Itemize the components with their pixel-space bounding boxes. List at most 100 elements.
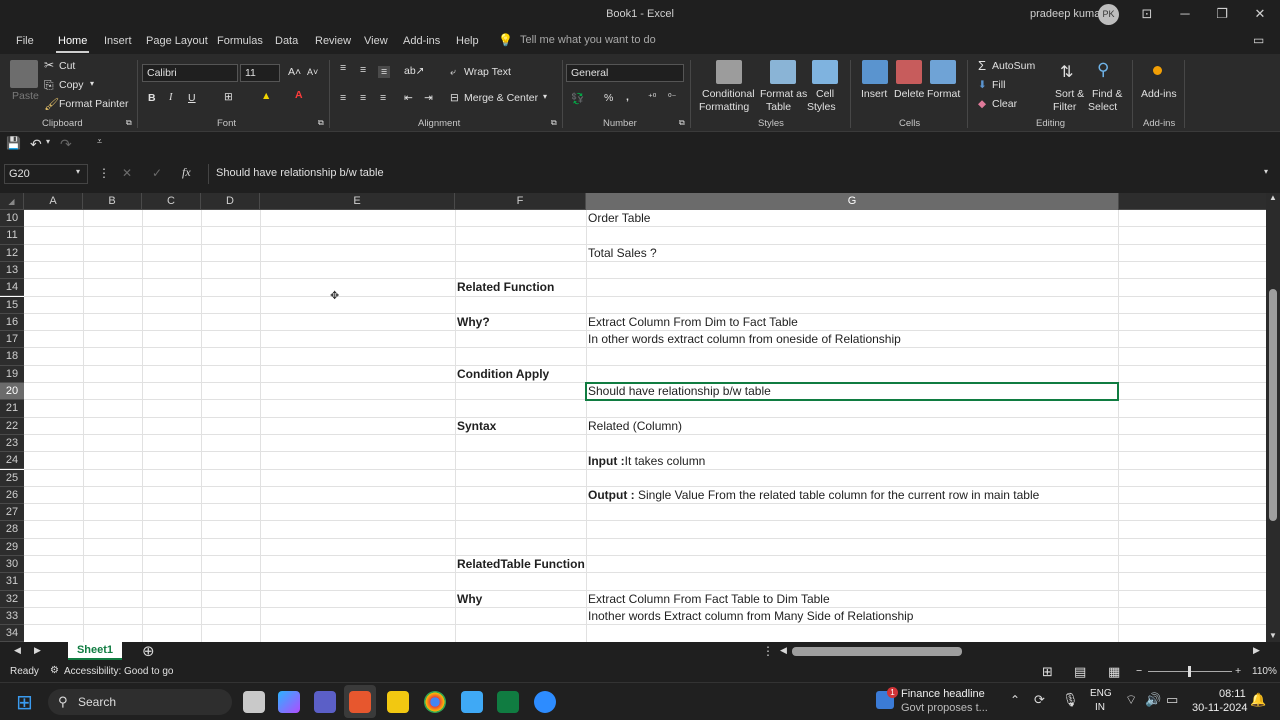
autosum-button[interactable]: AutoSum (992, 60, 1035, 72)
row-header[interactable]: 12 (0, 244, 24, 262)
tab-add-ins[interactable]: Add-ins (403, 35, 440, 47)
column-header-b[interactable]: B (83, 193, 142, 210)
italic-button[interactable]: I (169, 92, 173, 103)
scroll-up-icon[interactable]: ▲ (1269, 193, 1277, 202)
cell-g22[interactable]: Related (Column) (588, 419, 682, 433)
formula-input[interactable]: Should have relationship b/w table (208, 164, 1266, 184)
vertical-scroll-thumb[interactable] (1269, 289, 1277, 521)
zoom-level[interactable]: 110% (1252, 666, 1277, 677)
volume-icon[interactable]: 🔊 (1145, 692, 1161, 708)
news-subtitle[interactable]: Govt proposes t... (901, 702, 988, 714)
font-name-select[interactable]: Calibri (142, 64, 238, 82)
wrap-text-button[interactable]: Wrap Text (464, 66, 511, 78)
wifi-icon[interactable]: ⌔ (1125, 692, 1137, 708)
cell-g26[interactable]: Output : Single Value From the related t… (588, 488, 1039, 502)
decrease-font-icon[interactable]: A˅ (307, 67, 318, 77)
excel-icon[interactable] (497, 691, 519, 713)
decrease-indent-icon[interactable]: ⇤ (404, 92, 413, 104)
alignment-launcher-icon[interactable]: ⧉ (551, 118, 557, 128)
save-icon[interactable]: 💾 (6, 136, 21, 150)
sort-filter-line1[interactable]: Sort & (1055, 88, 1084, 100)
column-header-g[interactable]: G (586, 193, 1119, 210)
copy-button[interactable]: Copy (59, 79, 84, 91)
format-as-table-icon[interactable] (770, 60, 796, 84)
minimize-icon[interactable]: ─ (1174, 4, 1196, 24)
tell-me-search[interactable]: Tell me what you want to do (520, 34, 656, 46)
clock-time[interactable]: 08:11 (1219, 688, 1246, 700)
select-all-icon[interactable]: ◢ (0, 193, 24, 210)
format-as-table-line1[interactable]: Format as (760, 88, 807, 100)
scroll-left-icon[interactable]: ◀ (780, 645, 787, 656)
row-header[interactable]: 31 (0, 573, 24, 591)
horizontal-scroll-thumb[interactable] (792, 647, 962, 656)
normal-view-icon[interactable]: ⊞ (1042, 664, 1053, 680)
insert-cells-button[interactable]: Insert (861, 88, 887, 100)
page-break-view-icon[interactable]: ▦ (1108, 664, 1120, 680)
language-line2[interactable]: IN (1095, 702, 1105, 713)
cell-f22[interactable]: Syntax (457, 419, 496, 433)
column-header-f[interactable]: F (455, 193, 586, 210)
font-color-icon[interactable]: A (295, 89, 303, 101)
tab-home[interactable]: Home (55, 35, 90, 53)
news-title[interactable]: Finance headline (901, 688, 985, 700)
column-header-d[interactable]: D (201, 193, 260, 210)
row-header[interactable]: 32 (0, 590, 24, 608)
row-header[interactable]: 15 (0, 296, 24, 314)
delete-cells-icon[interactable] (896, 60, 922, 84)
row-header[interactable]: 16 (0, 313, 24, 332)
microphone-icon[interactable]: 🎙 (1062, 692, 1079, 708)
underline-button[interactable]: U (188, 92, 196, 104)
redo-icon[interactable]: ↷ (60, 136, 72, 153)
row-header[interactable]: 24 (0, 452, 24, 470)
undo-icon[interactable]: ↶ (30, 136, 42, 153)
language-line1[interactable]: ENG (1090, 688, 1112, 699)
row-header[interactable]: 25 (0, 469, 24, 487)
clipboard-launcher-icon[interactable]: ⧉ (126, 118, 132, 128)
align-bottom-icon[interactable]: ≡ (378, 66, 391, 78)
copy-chevron-icon[interactable]: ▾ (90, 79, 94, 88)
insert-cells-icon[interactable] (862, 60, 888, 84)
tab-view[interactable]: View (364, 35, 388, 47)
zoom-in-icon[interactable]: + (1235, 665, 1241, 677)
row-header[interactable]: 26 (0, 486, 24, 505)
accessibility-status[interactable]: Accessibility: Good to go (64, 666, 174, 677)
row-header[interactable]: 33 (0, 607, 24, 626)
paste-icon[interactable] (10, 60, 38, 88)
ribbon-display-icon[interactable]: ⊡ (1136, 4, 1158, 24)
tab-help[interactable]: Help (456, 35, 479, 47)
align-right-icon[interactable]: ≡ (380, 92, 386, 104)
cell-g20[interactable]: Should have relationship b/w table (588, 384, 771, 398)
cell-styles-line1[interactable]: Cell (816, 88, 834, 100)
font-launcher-icon[interactable]: ⧉ (318, 118, 324, 128)
cell-f16[interactable]: Why? (457, 315, 490, 329)
cell-g24[interactable]: Input :It takes column (588, 454, 705, 468)
chrome-icon[interactable] (424, 691, 446, 713)
windows-start-icon[interactable]: ⊞ (16, 690, 33, 715)
paste-label[interactable]: Paste (12, 90, 39, 102)
scroll-down-icon[interactable]: ▼ (1269, 631, 1277, 640)
increase-indent-icon[interactable]: ⇥ (424, 92, 433, 104)
sync-icon[interactable]: ⟳ (1034, 692, 1045, 708)
cut-button[interactable]: Cut (59, 60, 75, 72)
cell-g16[interactable]: Extract Column From Dim to Fact Table (588, 315, 798, 329)
row-header[interactable]: 27 (0, 504, 24, 522)
chevron-up-icon[interactable]: ⌃ (1010, 693, 1020, 707)
row-header[interactable]: 17 (0, 331, 24, 349)
scroll-right-icon[interactable]: ▶ (1253, 645, 1260, 656)
sort-filter-line2[interactable]: Filter (1053, 101, 1076, 113)
number-format-select[interactable]: General (566, 64, 684, 82)
zoom-app-icon[interactable] (534, 691, 556, 713)
comments-icon[interactable]: ▭ (1253, 33, 1264, 47)
tab-data[interactable]: Data (275, 35, 298, 47)
row-header[interactable]: 13 (0, 261, 24, 280)
customize-qat-icon[interactable]: ⩡ (97, 136, 102, 147)
format-cells-button[interactable]: Format (927, 88, 960, 100)
zoom-out-icon[interactable]: − (1136, 665, 1142, 677)
power-bi-icon[interactable] (387, 691, 409, 713)
cell-styles-line2[interactable]: Styles (807, 101, 836, 113)
more-options-icon[interactable]: ⋮ (98, 166, 110, 180)
teams-icon[interactable] (314, 691, 336, 713)
cell-styles-icon[interactable] (812, 60, 838, 84)
page-layout-view-icon[interactable]: ▤ (1074, 664, 1086, 680)
conditional-formatting-icon[interactable] (716, 60, 742, 84)
